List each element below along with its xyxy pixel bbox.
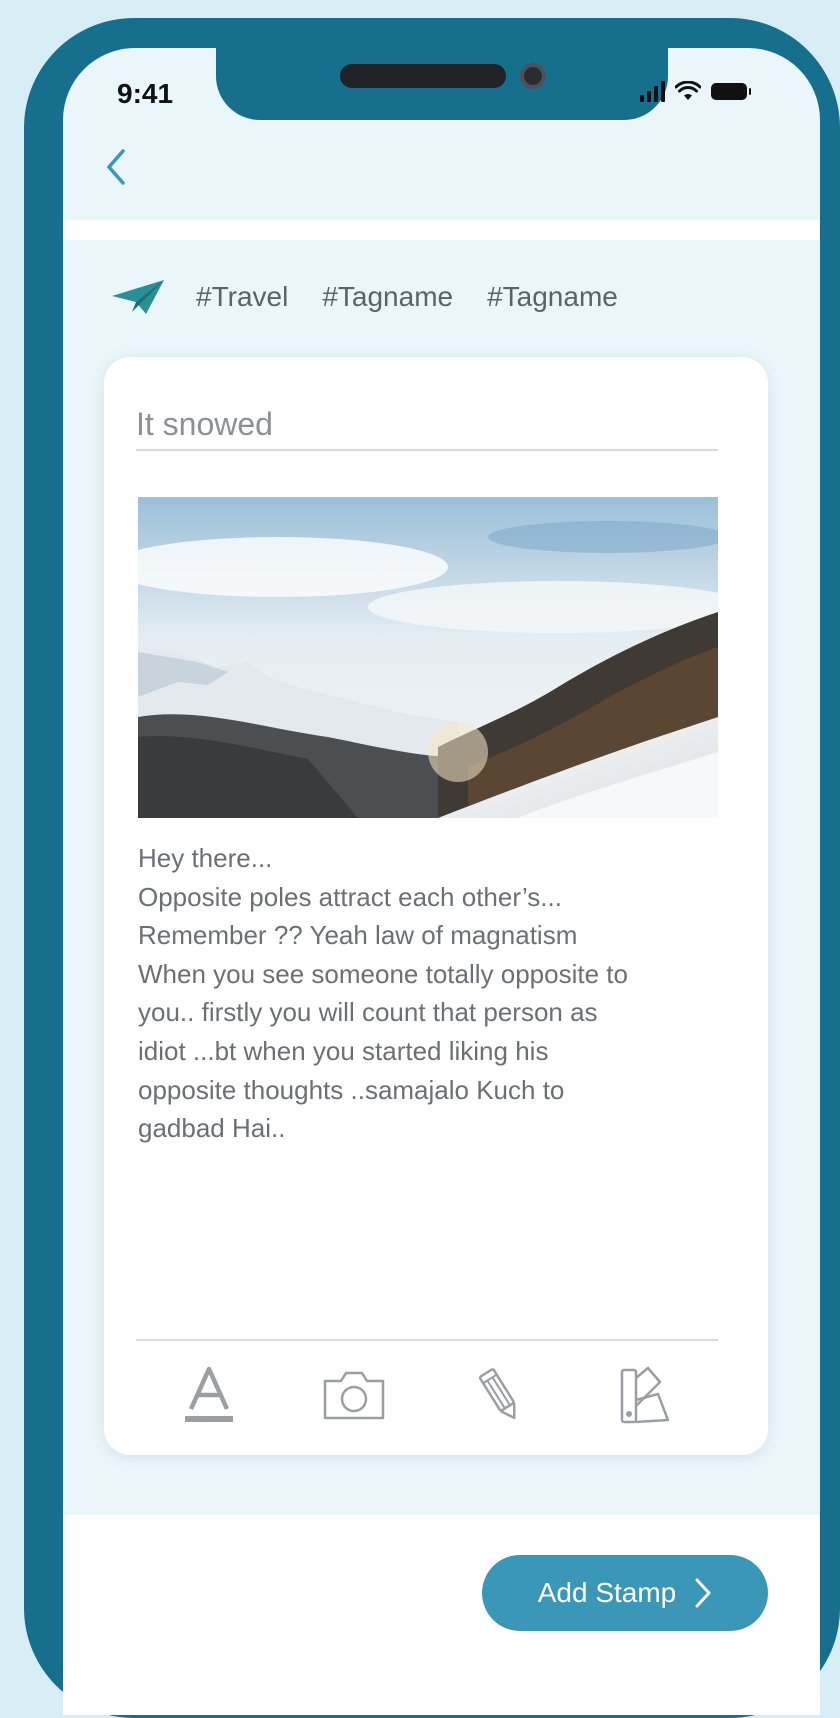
pencil-icon: [478, 1368, 516, 1420]
post-photo: [138, 497, 718, 818]
pencil-button[interactable]: [465, 1360, 535, 1430]
color-palette-button[interactable]: [610, 1360, 680, 1430]
tag-travel[interactable]: #Travel: [196, 281, 288, 313]
chevron-right-icon: [695, 1578, 711, 1608]
text-format-icon: [184, 1366, 233, 1422]
add-stamp-label: Add Stamp: [537, 1577, 677, 1608]
toolbar-divider: [136, 1339, 718, 1341]
wifi-icon: [675, 81, 701, 100]
tag-tagname-2[interactable]: #Tagname: [487, 281, 618, 313]
battery-icon: [711, 82, 751, 100]
camera-button[interactable]: [319, 1360, 389, 1430]
tag-row: #Travel #Tagname #Tagname: [110, 278, 618, 316]
post-card: Hey there... Opposite poles attract each…: [104, 357, 768, 1455]
paper-plane-icon: [112, 280, 164, 314]
signal-icon: [640, 80, 665, 102]
color-swatch-icon: [621, 1366, 670, 1424]
tag-tagname-1[interactable]: #Tagname: [322, 281, 453, 313]
snowy-mountains-image: [138, 497, 718, 818]
front-camera: [520, 63, 546, 89]
editor-toolbar: [136, 1353, 718, 1437]
text-format-button[interactable]: [174, 1360, 244, 1430]
camera-icon: [324, 1371, 385, 1420]
post-body-text[interactable]: Hey there... Opposite poles attract each…: [138, 839, 728, 1148]
status-icons: [640, 80, 751, 102]
add-stamp-button[interactable]: Add Stamp: [482, 1555, 768, 1631]
chevron-left-icon: [107, 149, 125, 185]
back-button[interactable]: [96, 145, 136, 189]
status-time: 9:41: [117, 78, 174, 109]
speaker: [340, 64, 506, 88]
header-divider: [63, 220, 820, 240]
post-title-input[interactable]: [136, 399, 718, 451]
